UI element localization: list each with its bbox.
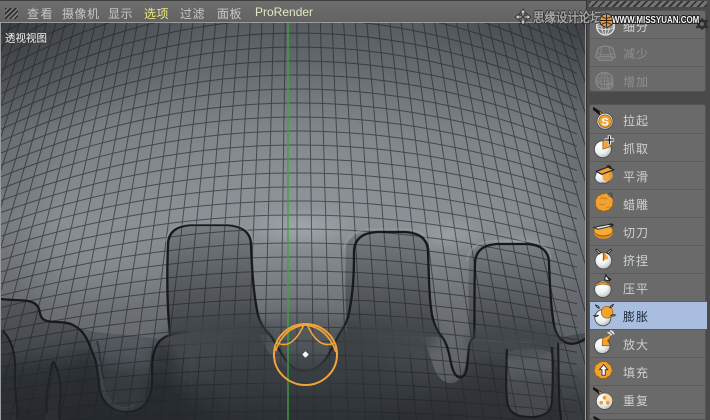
- svg-text:S: S: [601, 116, 609, 128]
- svg-text:透视视图: 透视视图: [5, 32, 47, 45]
